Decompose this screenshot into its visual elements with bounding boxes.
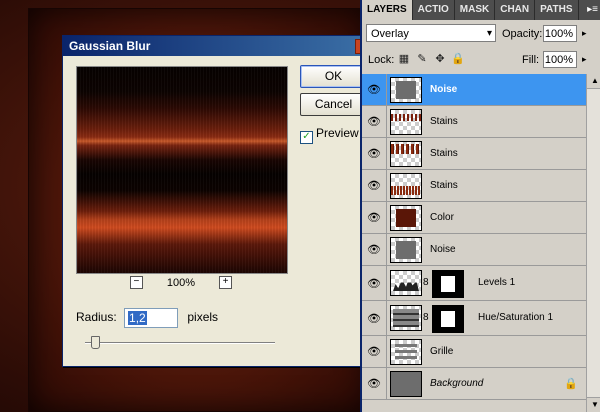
tab-actions[interactable]: ACTIO	[413, 0, 455, 20]
visibility-eye-icon[interactable]: 👁	[362, 336, 387, 367]
blur-preview-image[interactable]	[76, 66, 288, 274]
layer-name: Color	[430, 212, 454, 223]
visibility-eye-icon[interactable]: 👁	[362, 170, 387, 201]
visibility-eye-icon[interactable]: 👁	[362, 202, 387, 233]
radius-label: Radius:	[76, 310, 117, 325]
layer-name: Stains	[430, 148, 458, 159]
scroll-down-icon[interactable]: ▼	[587, 397, 600, 412]
layer-row[interactable]: 👁 Background 🔒	[362, 368, 586, 400]
dialog-title: Gaussian Blur	[63, 36, 363, 56]
layer-name: Stains	[430, 116, 458, 127]
layer-row[interactable]: 👁 Noise	[362, 74, 586, 106]
layer-row[interactable]: 👁 Color	[362, 202, 586, 234]
visibility-eye-icon[interactable]: 👁	[362, 368, 387, 399]
layer-mask-thumbnail[interactable]	[432, 270, 464, 298]
lock-icon: 🔒	[564, 378, 578, 390]
visibility-eye-icon[interactable]: 👁	[362, 138, 387, 169]
radius-input[interactable]: 1,2	[124, 308, 179, 328]
layer-row[interactable]: 👁 Stains	[362, 170, 586, 202]
tab-masks[interactable]: MASK	[455, 0, 496, 20]
layer-row[interactable]: 👁 Noise	[362, 234, 586, 266]
cancel-button[interactable]: Cancel	[300, 93, 367, 116]
layer-name: Noise	[430, 84, 458, 95]
layer-thumbnail	[390, 270, 422, 296]
radius-slider-track[interactable]	[85, 342, 275, 344]
layer-mask-thumbnail[interactable]	[432, 305, 464, 333]
lock-position-icon[interactable]: ✥	[434, 52, 446, 65]
layer-name: Stains	[430, 180, 458, 191]
chain-link-icon[interactable]: 8	[423, 277, 429, 288]
layer-name: Grille	[430, 346, 454, 357]
layer-name: Levels 1	[478, 277, 516, 288]
layer-row[interactable]: 👁 Stains	[362, 106, 586, 138]
lock-transparent-icon[interactable]: ▦	[398, 52, 410, 65]
visibility-eye-icon[interactable]: 👁	[362, 301, 387, 335]
gaussian-blur-dialog: Gaussian Blur − 100% + OK Cancel ✓ Previe…	[62, 35, 371, 367]
tab-channels[interactable]: CHAN	[495, 0, 536, 20]
zoom-in-button[interactable]: +	[219, 276, 233, 289]
layers-panel: LAYERS ACTIO MASK CHAN PATHS ▸≡ Overlay …	[360, 0, 600, 412]
preview-checkbox[interactable]: ✓	[300, 131, 313, 144]
fill-arrow-icon[interactable]: ▸	[582, 54, 587, 65]
panel-tabs: LAYERS ACTIO MASK CHAN PATHS ▸≡	[362, 0, 600, 20]
zoom-value: 100%	[166, 276, 196, 289]
layer-thumbnail	[390, 339, 422, 365]
panel-menu-icon[interactable]: ▸≡	[583, 0, 600, 20]
radius-unit: pixels	[187, 310, 219, 325]
layers-scrollbar[interactable]: ▲ ▼	[586, 74, 600, 412]
radius-slider-thumb[interactable]	[91, 336, 100, 349]
fill-label: Fill:	[522, 54, 540, 66]
lock-icons: ▦ ✎ ✥ 🔒	[398, 52, 465, 65]
zoom-controls: − 100% +	[76, 276, 286, 292]
lock-all-icon[interactable]: 🔒	[451, 52, 465, 65]
layer-thumbnail	[390, 371, 422, 397]
layer-row[interactable]: 👁 8 Hue/Saturation 1	[362, 301, 586, 336]
layer-name: Noise	[430, 244, 456, 255]
layer-thumbnail	[390, 173, 422, 199]
lock-fill-row: Lock: ▦ ✎ ✥ 🔒 Fill: 100% ▸	[362, 48, 600, 72]
blend-mode-select[interactable]: Overlay	[366, 24, 496, 43]
visibility-eye-icon[interactable]: 👁	[362, 74, 387, 105]
layer-thumbnail	[390, 77, 422, 103]
opacity-arrow-icon[interactable]: ▸	[582, 28, 587, 39]
layer-thumbnail	[390, 237, 422, 263]
lock-image-icon[interactable]: ✎	[416, 52, 428, 65]
visibility-eye-icon[interactable]: 👁	[362, 266, 387, 300]
layer-name: Background	[430, 378, 484, 389]
layer-thumbnail	[390, 141, 422, 167]
opacity-input[interactable]: 100%	[543, 25, 577, 42]
visibility-eye-icon[interactable]: 👁	[362, 234, 387, 265]
radius-value: 1,2	[128, 311, 147, 325]
blend-opacity-row: Overlay Opacity: 100% ▸	[362, 22, 600, 46]
layers-list: 👁 Noise 👁 Stains 👁 Stains 👁 Stains 👁 Col…	[362, 74, 586, 412]
chain-link-icon[interactable]: 8	[423, 312, 429, 323]
scroll-up-icon[interactable]: ▲	[587, 74, 600, 89]
preview-label: Preview	[316, 126, 359, 140]
layer-row[interactable]: 👁 Stains	[362, 138, 586, 170]
ok-button[interactable]: OK	[300, 65, 367, 88]
opacity-label: Opacity:	[502, 28, 543, 40]
layer-thumbnail	[390, 205, 422, 231]
tab-paths[interactable]: PATHS	[535, 0, 579, 20]
layer-thumbnail	[390, 305, 422, 331]
zoom-out-button[interactable]: −	[129, 276, 143, 289]
layer-thumbnail	[390, 109, 422, 135]
layer-row[interactable]: 👁 8 Levels 1	[362, 266, 586, 301]
layer-name: Hue/Saturation 1	[478, 312, 554, 323]
preview-checkbox-row[interactable]: ✓ Preview	[300, 126, 359, 144]
tab-layers[interactable]: LAYERS	[362, 0, 413, 20]
lock-label: Lock:	[368, 54, 395, 66]
layer-row[interactable]: 👁 Grille	[362, 336, 586, 368]
radius-row: Radius: 1,2 pixels	[76, 308, 218, 328]
visibility-eye-icon[interactable]: 👁	[362, 106, 387, 137]
fill-input[interactable]: 100%	[543, 51, 577, 68]
